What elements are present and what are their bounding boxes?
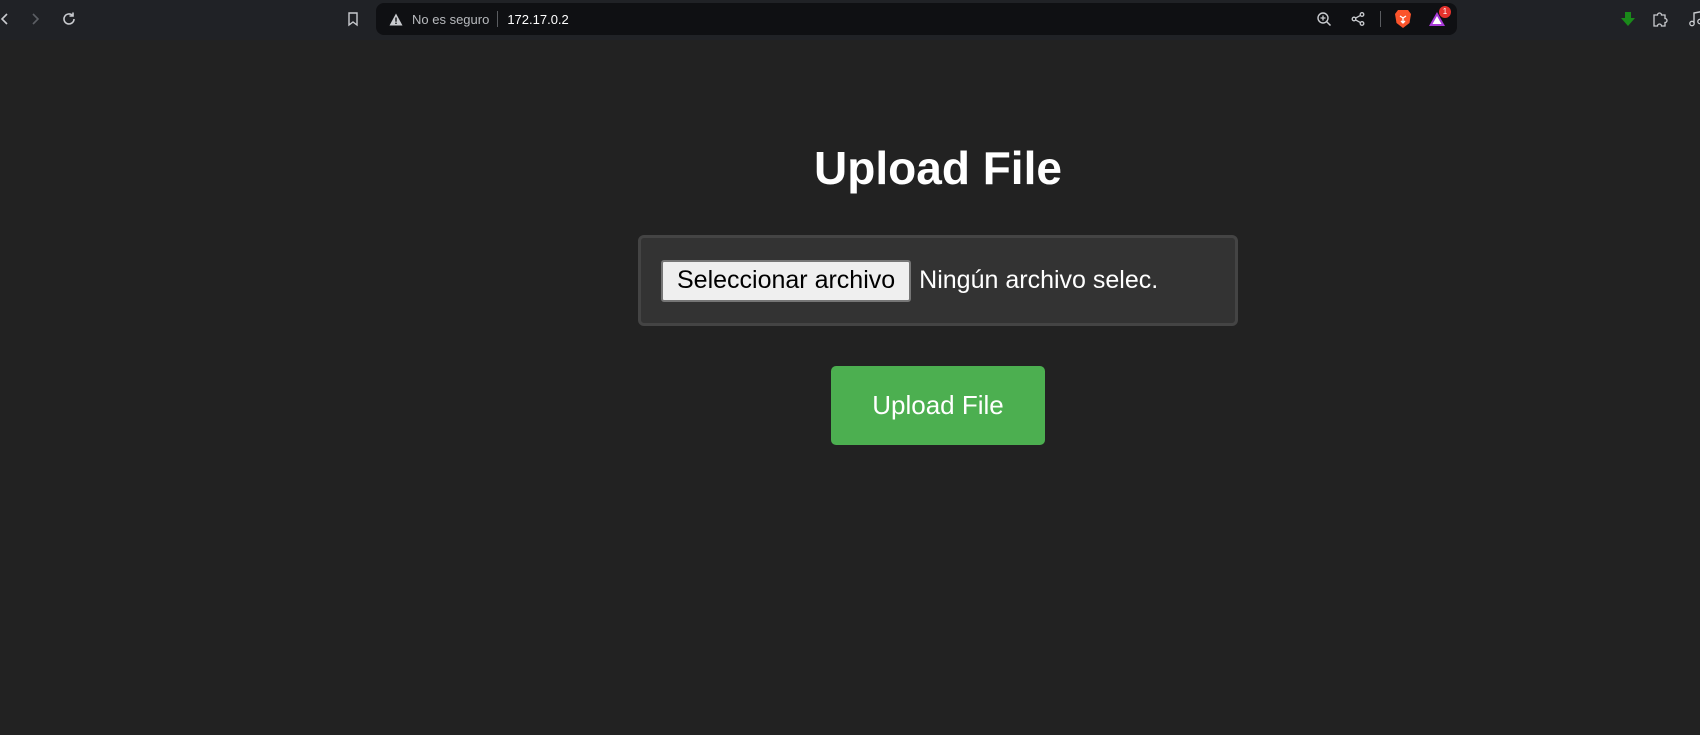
reload-icon[interactable] — [58, 8, 80, 30]
browser-toolbar: No es seguro 172.17.0.2 1 — [0, 0, 1700, 40]
notification-badge: 1 — [1439, 6, 1451, 18]
file-input-container: Seleccionar archivo Ningún archivo selec… — [638, 235, 1238, 326]
file-status-text: Ningún archivo selec. — [919, 266, 1159, 294]
back-icon[interactable] — [0, 8, 16, 30]
zoom-in-icon[interactable] — [1312, 7, 1336, 31]
security-label[interactable]: No es seguro — [412, 12, 489, 27]
rewards-triangle-icon[interactable]: 1 — [1425, 6, 1451, 31]
omnibox-actions: 1 — [1302, 3, 1451, 35]
share-icon[interactable] — [1346, 7, 1370, 31]
url-text[interactable]: 172.17.0.2 — [507, 12, 568, 27]
choose-file-button[interactable]: Seleccionar archivo — [661, 259, 912, 302]
page-title: Upload File — [814, 142, 1062, 194]
music-note-icon[interactable] — [1685, 8, 1700, 30]
omnibox-divider — [497, 11, 499, 27]
download-arrow-icon[interactable] — [1617, 8, 1639, 30]
puzzle-icon[interactable] — [1649, 8, 1671, 30]
omnibox-actions-divider — [1380, 11, 1381, 27]
bookmark-icon[interactable] — [342, 8, 364, 30]
address-bar[interactable]: No es seguro 172.17.0.2 1 — [376, 3, 1457, 35]
warning-triangle-icon[interactable] — [388, 11, 404, 27]
forward-icon[interactable] — [24, 8, 46, 30]
upload-file-button[interactable]: Upload File — [831, 366, 1045, 445]
brave-lion-icon[interactable] — [1391, 7, 1415, 31]
